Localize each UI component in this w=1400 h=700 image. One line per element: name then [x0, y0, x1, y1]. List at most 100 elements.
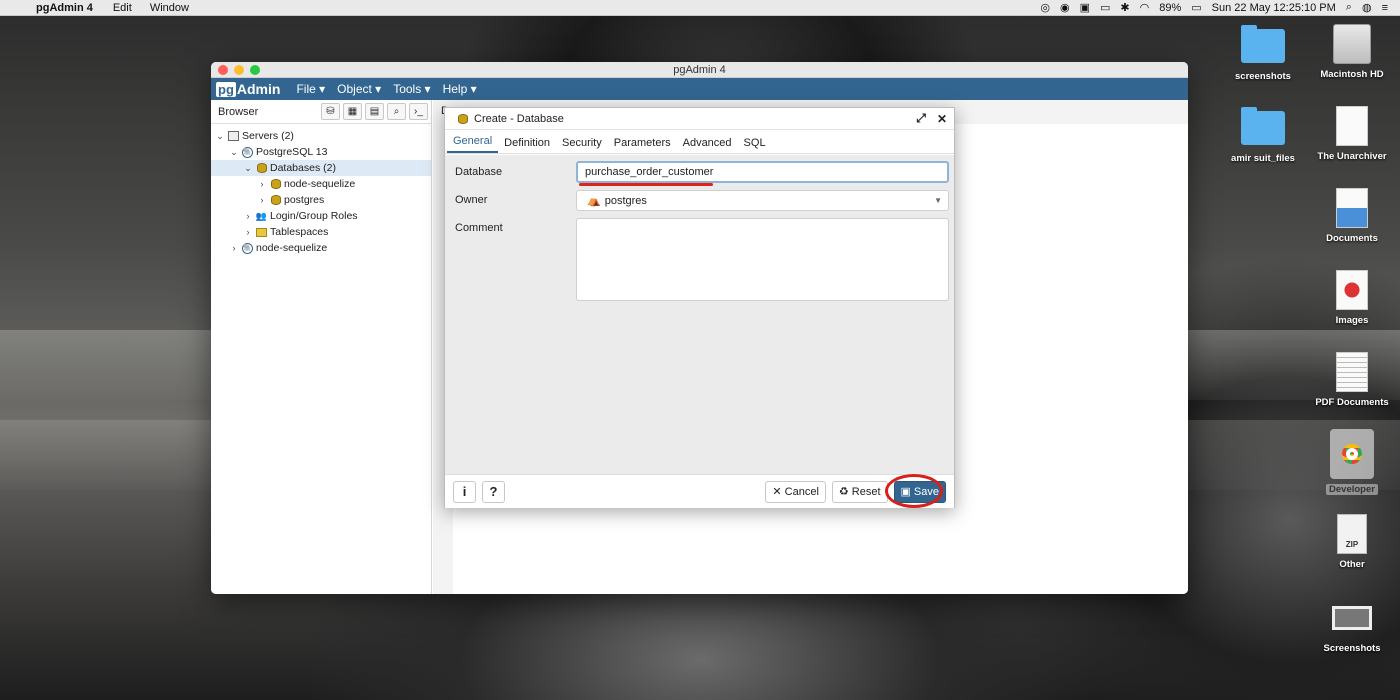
tree-item-server-node-sequelize[interactable]: › 🐘 node-sequelize [211, 240, 431, 256]
cancel-label: Cancel [784, 485, 819, 498]
desktop-icon-amir-suit-files[interactable]: amir suit_files [1218, 107, 1308, 164]
menubar-window[interactable]: Window [150, 2, 189, 14]
caret-down-icon[interactable]: ⌄ [243, 163, 253, 174]
desktop-icon-developer[interactable]: Developer [1307, 429, 1397, 495]
caret-right-icon[interactable]: › [257, 179, 267, 189]
tree-item-database[interactable]: › node-sequelize [211, 176, 431, 192]
caret-right-icon[interactable]: › [229, 243, 239, 253]
dropdown-arrow-icon[interactable]: ▼ [934, 196, 942, 205]
tree-label: Servers (2) [242, 130, 294, 142]
sync-icon[interactable]: ◉ [1060, 1, 1070, 14]
database-icon [269, 195, 282, 206]
owner-value: postgres [604, 194, 647, 207]
bluetooth-icon[interactable]: ✱ [1120, 1, 1129, 14]
comment-textarea[interactable] [576, 218, 949, 301]
desktop-icon-documents[interactable]: Documents [1307, 188, 1397, 244]
tree-item-postgresql-13[interactable]: ⌄ 🐘 PostgreSQL 13 [211, 144, 431, 160]
creative-cloud-icon[interactable]: ◎ [1040, 1, 1050, 14]
owner-select[interactable]: ⛺ postgres ▼ [576, 190, 949, 211]
menubar-edit[interactable]: Edit [113, 2, 132, 14]
database-name-input[interactable]: purchase_order_customer [576, 161, 949, 183]
desktop-icon-label: Macintosh HD [1320, 69, 1384, 80]
ebook-icon[interactable]: ▣ [1080, 1, 1090, 14]
window-minimize-button[interactable] [234, 65, 244, 75]
close-icon[interactable]: ✕ [933, 112, 951, 126]
tree-item-database[interactable]: › postgres [211, 192, 431, 208]
desktop-icon-screenshots-folder[interactable]: screenshots [1218, 25, 1308, 82]
search-objects-icon[interactable]: ⌕ [387, 103, 406, 120]
hard-drive-icon [1330, 24, 1374, 64]
caret-right-icon[interactable]: › [243, 227, 253, 237]
expand-icon[interactable]: ⤢ [912, 111, 930, 126]
nav-object[interactable]: Object ▾ [337, 82, 381, 96]
owner-label: Owner [455, 194, 488, 206]
control-center-icon[interactable]: ≡ [1382, 2, 1388, 14]
nav-help[interactable]: Help ▾ [443, 82, 477, 96]
dialog-header[interactable]: Create - Database ⤢ ✕ [445, 108, 954, 130]
window-titlebar[interactable]: pgAdmin 4 [211, 62, 1188, 78]
tree-item-login-roles[interactable]: › 👥 Login/Group Roles [211, 208, 431, 224]
tree-item-servers[interactable]: ⌄ Servers (2) [211, 128, 431, 144]
cancel-button[interactable]: ✕ Cancel [765, 480, 826, 503]
help-button[interactable]: ? [482, 480, 505, 503]
screenshot-icon [1330, 598, 1374, 638]
siri-icon[interactable]: ◍ [1362, 1, 1372, 14]
desktop-icon-label: PDF Documents [1315, 397, 1389, 408]
tab-general[interactable]: General [447, 135, 499, 153]
tree-label: postgres [284, 194, 325, 206]
tab-advanced[interactable]: Advanced [677, 137, 738, 153]
battery-percent[interactable]: 89% [1159, 2, 1181, 14]
psql-tool-icon[interactable]: ›_ [409, 103, 428, 120]
create-database-dialog: Create - Database ⤢ ✕ General Definition… [444, 107, 955, 508]
window-title: pgAdmin 4 [673, 63, 726, 76]
desktop-icon-images[interactable]: Images [1307, 270, 1397, 326]
cast-icon[interactable]: ▭ [1100, 1, 1110, 14]
tab-security[interactable]: Security [556, 137, 608, 153]
spotlight-icon[interactable]: ⌕ [1346, 1, 1352, 14]
battery-icon[interactable]: ▭ [1191, 1, 1201, 14]
window-close-button[interactable] [218, 65, 228, 75]
caret-right-icon[interactable]: › [257, 195, 267, 205]
database-label: Database [455, 166, 503, 178]
view-data-icon[interactable]: ▦ [343, 103, 362, 120]
close-icon: ✕ [772, 486, 782, 498]
tree-item-tablespaces[interactable]: › Tablespaces [211, 224, 431, 240]
tab-sql[interactable]: SQL [738, 137, 772, 153]
wifi-icon[interactable]: ◠ [1140, 1, 1150, 14]
desktop-icon-other[interactable]: ZIP Other [1307, 514, 1397, 570]
filter-rows-icon[interactable]: ▤ [365, 103, 384, 120]
desktop-icon-macintosh-hd[interactable]: Macintosh HD [1307, 24, 1397, 80]
folder-icon [1241, 25, 1285, 66]
caret-down-icon[interactable]: ⌄ [229, 147, 239, 158]
menubar-clock[interactable]: Sun 22 May 12:25:10 PM [1212, 2, 1336, 14]
tab-definition[interactable]: Definition [498, 137, 556, 153]
nav-tools[interactable]: Tools ▾ [393, 82, 430, 96]
desktop-icon-pdf-documents[interactable]: PDF Documents [1307, 352, 1397, 408]
desktop-icon-screenshots[interactable]: Screenshots [1307, 598, 1397, 654]
tab-parameters[interactable]: Parameters [608, 137, 677, 153]
roles-icon: 👥 [255, 210, 268, 221]
desktop-icon-label: Images [1335, 315, 1369, 326]
caret-right-icon[interactable]: › [243, 211, 253, 221]
tree-item-databases[interactable]: ⌄ Databases (2) [211, 160, 431, 176]
tree-label: Login/Group Roles [270, 210, 358, 222]
save-button[interactable]: ▣ Save [884, 473, 946, 508]
query-tool-icon[interactable]: ⛁ [321, 103, 340, 120]
database-icon [269, 179, 282, 190]
desktop-icon-the-unarchiver[interactable]: The Unarchiver [1307, 106, 1397, 162]
tree-label: Tablespaces [270, 226, 329, 238]
menubar-app-name[interactable]: pgAdmin 4 [36, 2, 93, 14]
pgadmin-logo: pg Admin [216, 81, 280, 97]
reset-button[interactable]: ♻ Reset [831, 480, 888, 503]
caret-down-icon[interactable]: ⌄ [215, 131, 225, 142]
info-button[interactable]: i [453, 480, 476, 503]
tree-label: Databases (2) [270, 162, 336, 174]
zip-icon: ZIP [1330, 514, 1374, 554]
desktop-icon-label: screenshots [1235, 71, 1291, 82]
user-icon: ⛺ [587, 195, 601, 207]
desktop-icon-label: amir suit_files [1231, 153, 1295, 164]
window-maximize-button[interactable] [250, 65, 260, 75]
object-tree: ⌄ Servers (2) ⌄ 🐘 PostgreSQL 13 ⌄ Databa… [211, 124, 431, 256]
nav-file[interactable]: File ▾ [296, 82, 325, 96]
dialog-tabs: General Definition Security Parameters A… [445, 130, 954, 154]
